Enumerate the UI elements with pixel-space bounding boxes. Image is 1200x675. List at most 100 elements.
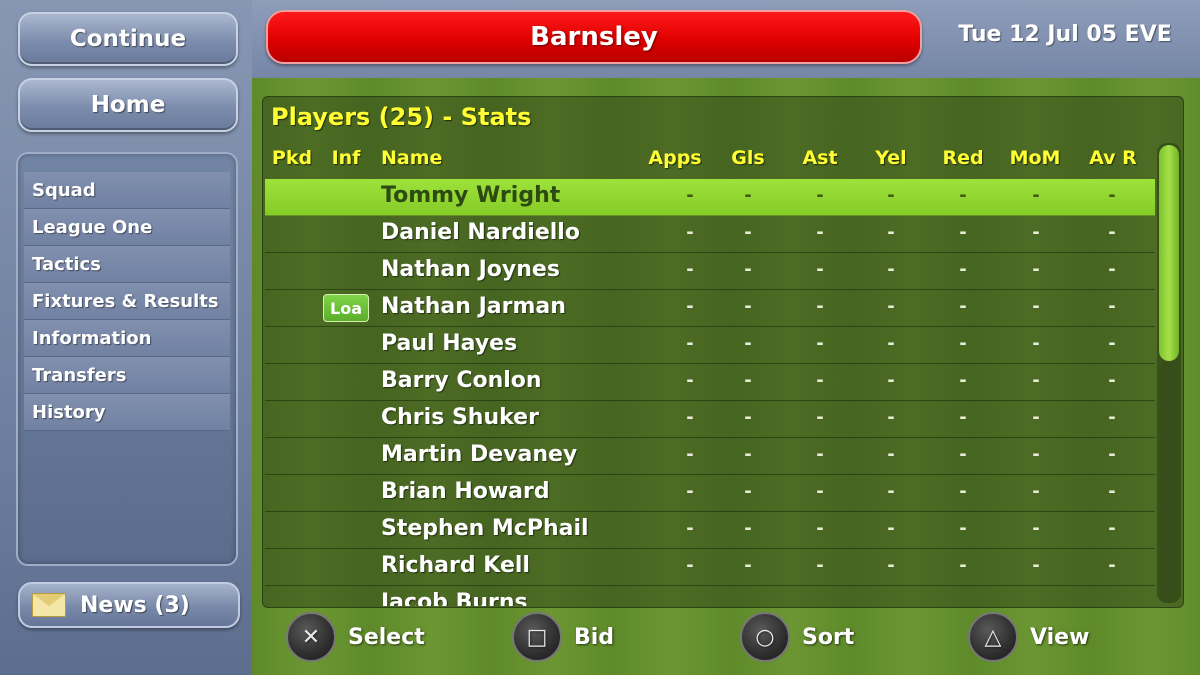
stat-yel-cell: - — [887, 407, 895, 428]
stat-apps-cell: - — [686, 222, 694, 243]
home-button[interactable]: Home — [18, 78, 238, 132]
col-header-name[interactable]: Name — [381, 147, 442, 169]
stat-apps-cell: - — [686, 259, 694, 280]
col-header-apps[interactable]: Apps — [643, 147, 707, 169]
col-header-red[interactable]: Red — [938, 147, 988, 169]
table-row[interactable]: Stephen McPhail - - - - - - - — [265, 512, 1155, 549]
stat-avr-cell: - — [1108, 185, 1116, 206]
player-name: Tommy Wright — [381, 183, 561, 208]
view-control[interactable]: △ View — [968, 612, 1089, 662]
stat-avr-cell: - — [1108, 518, 1116, 539]
side-menu: Squad League One Tactics Fixtures & Resu… — [16, 152, 238, 566]
table-row[interactable]: Loa Nathan Jarman - - - - - - - — [265, 290, 1155, 327]
menu-item-information[interactable]: Information — [24, 320, 230, 357]
menu-item-tactics[interactable]: Tactics — [24, 246, 230, 283]
table-row[interactable]: Chris Shuker - - - - - - - — [265, 401, 1155, 438]
news-label: News (3) — [80, 592, 190, 618]
stat-ast-cell: - — [816, 407, 824, 428]
stat-gls-cell: - — [744, 555, 752, 576]
stat-avr-cell: - — [1108, 481, 1116, 502]
bid-control[interactable]: □ Bid — [512, 612, 614, 662]
table-title: Players (25) - Stats — [271, 103, 532, 131]
player-name: Chris Shuker — [381, 405, 539, 430]
stat-yel-cell: - — [887, 370, 895, 391]
player-name: Daniel Nardiello — [381, 220, 580, 245]
stat-avr-cell: - — [1108, 407, 1116, 428]
stat-apps-cell: - — [686, 370, 694, 391]
table-row[interactable]: Martin Devaney - - - - - - - — [265, 438, 1155, 475]
stat-gls-cell: - — [744, 370, 752, 391]
loan-status-badge: Loa — [323, 294, 369, 322]
table-row[interactable]: Richard Kell - - - - - - - — [265, 549, 1155, 586]
table-row[interactable]: Tommy Wright - - - - - - - — [265, 179, 1155, 216]
bid-control-label: Bid — [574, 624, 615, 650]
stat-gls-cell: - — [744, 481, 752, 502]
stat-yel-cell: - — [887, 481, 895, 502]
player-name: Stephen McPhail — [381, 516, 589, 541]
stat-avr-cell: - — [1108, 259, 1116, 280]
stat-gls-cell: - — [744, 444, 752, 465]
stat-gls-cell: - — [744, 518, 752, 539]
col-header-avr[interactable]: Av R — [1081, 147, 1145, 169]
col-header-ast[interactable]: Ast — [795, 147, 845, 169]
stat-red-cell: - — [959, 481, 967, 502]
stat-red-cell: - — [959, 518, 967, 539]
menu-item-fixtures-results[interactable]: Fixtures & Results — [24, 283, 230, 320]
player-name: Jacob Burns — [381, 590, 528, 606]
stat-yel-cell: - — [887, 296, 895, 317]
col-header-inf[interactable]: Inf — [323, 147, 369, 169]
stat-ast-cell: - — [816, 222, 824, 243]
stat-ast-cell: - — [816, 259, 824, 280]
stat-apps-cell: - — [686, 185, 694, 206]
scrollbar-thumb[interactable] — [1159, 145, 1179, 361]
continue-button[interactable]: Continue — [18, 12, 238, 66]
stat-avr-cell: - — [1108, 296, 1116, 317]
stat-apps-cell: - — [686, 407, 694, 428]
stat-yel-cell: - — [887, 259, 895, 280]
col-header-pkd[interactable]: Pkd — [269, 147, 315, 169]
table-row[interactable]: Brian Howard - - - - - - - — [265, 475, 1155, 512]
table-row[interactable]: Daniel Nardiello - - - - - - - — [265, 216, 1155, 253]
players-table: Players (25) - Stats Pkd Inf Name Apps G… — [262, 96, 1184, 608]
table-row[interactable]: Nathan Joynes - - - - - - - — [265, 253, 1155, 290]
player-name: Martin Devaney — [381, 442, 578, 467]
game-date: Tue 12 Jul 05 EVE — [958, 22, 1172, 47]
stat-mom-cell: - — [1032, 333, 1040, 354]
select-control-label: Select — [348, 624, 425, 650]
stat-mom-cell: - — [1032, 444, 1040, 465]
sort-control[interactable]: ○ Sort — [740, 612, 854, 662]
player-name: Paul Hayes — [381, 331, 518, 356]
stat-gls-cell: - — [744, 407, 752, 428]
col-header-mom[interactable]: MoM — [1003, 147, 1067, 169]
square-button-icon: □ — [512, 612, 562, 662]
table-row[interactable]: Barry Conlon - - - - - - - — [265, 364, 1155, 401]
stat-apps-cell: - — [686, 444, 694, 465]
stat-mom-cell: - — [1032, 222, 1040, 243]
stat-ast-cell: - — [816, 481, 824, 502]
stat-red-cell: - — [959, 185, 967, 206]
stat-apps-cell: - — [686, 518, 694, 539]
menu-item-squad[interactable]: Squad — [24, 172, 230, 209]
table-row[interactable]: Paul Hayes - - - - - - - — [265, 327, 1155, 364]
stat-mom-cell: - — [1032, 185, 1040, 206]
stat-avr-cell: - — [1108, 222, 1116, 243]
circle-button-icon: ○ — [740, 612, 790, 662]
col-header-gls[interactable]: Gls — [723, 147, 773, 169]
stat-mom-cell: - — [1032, 518, 1040, 539]
stat-ast-cell: - — [816, 518, 824, 539]
col-header-yel[interactable]: Yel — [866, 147, 916, 169]
menu-item-league-one[interactable]: League One — [24, 209, 230, 246]
table-row[interactable]: Jacob Burns — [265, 586, 1155, 606]
club-name-banner: Barnsley — [266, 10, 922, 64]
menu-item-history[interactable]: History — [24, 394, 230, 431]
stat-ast-cell: - — [816, 333, 824, 354]
stat-red-cell: - — [959, 333, 967, 354]
news-button[interactable]: News (3) — [18, 582, 240, 628]
view-control-label: View — [1030, 624, 1090, 650]
menu-item-transfers[interactable]: Transfers — [24, 357, 230, 394]
stat-avr-cell: - — [1108, 370, 1116, 391]
player-name: Nathan Jarman — [381, 294, 566, 319]
stat-avr-cell: - — [1108, 555, 1116, 576]
select-control[interactable]: ✕ Select — [286, 612, 425, 662]
stat-yel-cell: - — [887, 518, 895, 539]
